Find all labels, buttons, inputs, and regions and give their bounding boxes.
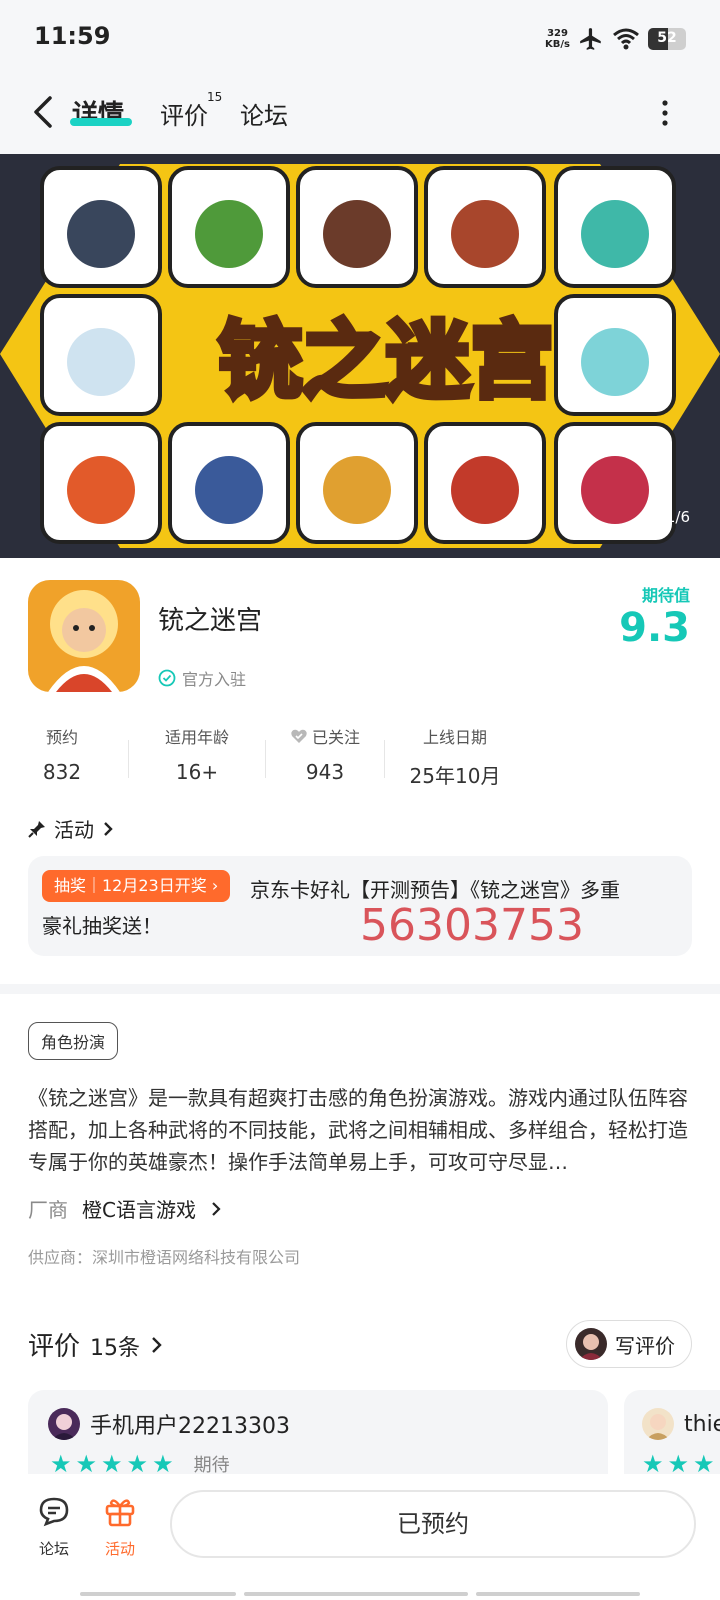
app-icon (28, 580, 140, 692)
reviews-title: 评价 (28, 1332, 81, 1362)
battery-icon: 52 (648, 28, 686, 50)
chevron-right-icon (104, 821, 113, 836)
app-stats: 预约 832 适用年龄 16+ 已关注 943 上线日期 25年10月 (28, 724, 525, 789)
lottery-tag: 抽奖｜12月23日开奖 › (42, 870, 231, 902)
activity-title: 活动 (54, 818, 94, 842)
stat-value: 16+ (175, 760, 219, 784)
tab-reviews[interactable]: 评价 (160, 96, 208, 131)
airplane-icon (580, 28, 601, 50)
forum-label: 论坛 (38, 1540, 69, 1558)
gift-icon (105, 1499, 135, 1527)
reviewer: thie (642, 1408, 720, 1440)
stat-reservations: 预约 832 (28, 724, 96, 789)
vendor-row[interactable]: 厂商 橙C语言游戏 (28, 1194, 222, 1223)
forum-button[interactable]: 论坛 (24, 1494, 84, 1559)
verified-badge: 官方入驻 (158, 666, 246, 690)
vendor-name: 橙C语言游戏 (82, 1198, 196, 1222)
reviewer: 手机用户22213303 (48, 1408, 290, 1440)
pin-icon (28, 820, 45, 838)
overlay-number: 56303753 (360, 900, 584, 951)
chevron-right-icon (212, 1201, 221, 1216)
stat-followers[interactable]: 已关注 943 (266, 724, 384, 789)
activity-header[interactable]: 活动 (28, 814, 114, 843)
genre-tag[interactable]: 角色扮演 (28, 1022, 119, 1060)
carousel-page-indicator: 1/6 (665, 508, 690, 526)
tab-active-indicator (70, 118, 132, 126)
home-indicator-segment (244, 1592, 468, 1596)
expectation-label: 期待值 (641, 586, 690, 605)
reviewer-name: 手机用户22213303 (90, 1414, 290, 1439)
app-name: 铳之迷宫 (158, 606, 263, 636)
reviews-header[interactable]: 评价 15条 (28, 1326, 164, 1363)
write-review-label: 写评价 (615, 1333, 675, 1358)
heart-check-icon (291, 729, 307, 743)
avatar (642, 1408, 674, 1440)
avatar (575, 1328, 607, 1360)
stat-label: 上线日期 (422, 728, 487, 747)
review-count-badge: 15 (207, 90, 223, 104)
expectation-value: 9.3 (619, 605, 690, 651)
wifi-icon (613, 28, 639, 50)
stat-launch-date: 上线日期 25年10月 (385, 724, 525, 789)
screenshot-carousel[interactable]: 铳之迷宫 1/6 (0, 154, 720, 558)
banner-artwork: 铳之迷宫 (0, 154, 720, 558)
network-speed: 329 KB/s (545, 28, 570, 50)
activity-card[interactable]: 抽奖｜12月23日开奖 › 京东卡好礼【开测预告】《铳之迷宫》多重 豪礼抽奖送！… (28, 856, 692, 956)
avatar (48, 1408, 80, 1440)
chevron-right-icon (152, 1337, 162, 1353)
bottom-action-bar: 论坛 活动 已预约 (0, 1474, 720, 1600)
activity-text-line1: 京东卡好礼【开测预告】《铳之迷宫》多重 (250, 878, 620, 902)
top-nav: 详情 评价 论坛 (0, 76, 720, 154)
activity-button[interactable]: 活动 (90, 1494, 150, 1559)
chat-bubble-icon (39, 1497, 69, 1527)
activity-label: 活动 (104, 1540, 135, 1558)
stat-value: 832 (42, 760, 82, 784)
back-arrow-icon[interactable] (30, 94, 56, 130)
home-indicator-segment (80, 1592, 236, 1596)
stat-label-row: 已关注 (266, 724, 384, 748)
activity-text-line2: 豪礼抽奖送！ (42, 914, 162, 938)
banner-title-text: 铳之迷宫 (218, 312, 554, 410)
expectation-score: 期待值 9.3 (619, 582, 690, 650)
section-divider (0, 984, 720, 994)
vendor-label: 厂商 (28, 1198, 68, 1222)
more-vertical-icon[interactable] (662, 100, 668, 126)
tab-forum[interactable]: 论坛 (240, 96, 288, 131)
stat-value: 943 (305, 760, 345, 784)
network-speed-value: 329 (547, 28, 568, 39)
reviewer-name: thie (684, 1411, 720, 1437)
stat-label: 预约 (45, 728, 78, 747)
write-review-button[interactable]: 写评价 (566, 1320, 692, 1368)
stat-label: 已关注 (311, 728, 360, 747)
status-icons: 329 KB/s 52 (545, 24, 686, 54)
lottery-tag-text: 抽奖｜12月23日开奖 (54, 876, 207, 895)
supplier-text: 供应商：深圳市橙语网络科技有限公司 (28, 1248, 301, 1267)
status-time: 11:59 (34, 22, 111, 50)
stat-label: 适用年龄 (164, 728, 229, 747)
stat-value: 25年10月 (409, 764, 501, 788)
verified-text: 官方入驻 (182, 670, 247, 689)
reserved-button[interactable]: 已预约 (170, 1490, 696, 1558)
home-indicator-segment (476, 1592, 640, 1596)
status-bar: 11:59 329 KB/s 52 (0, 0, 720, 76)
check-circle-icon (158, 669, 176, 687)
reviews-count: 15条 (90, 1336, 141, 1361)
stat-age-rating: 适用年龄 16+ (129, 724, 265, 789)
network-speed-unit: KB/s (545, 39, 570, 50)
battery-text: 52 (657, 30, 677, 46)
game-description[interactable]: 《铳之迷宫》是一款具有超爽打击感的角色扮演游戏。游戏内通过队伍阵容搭配，加上各种… (28, 1082, 692, 1178)
